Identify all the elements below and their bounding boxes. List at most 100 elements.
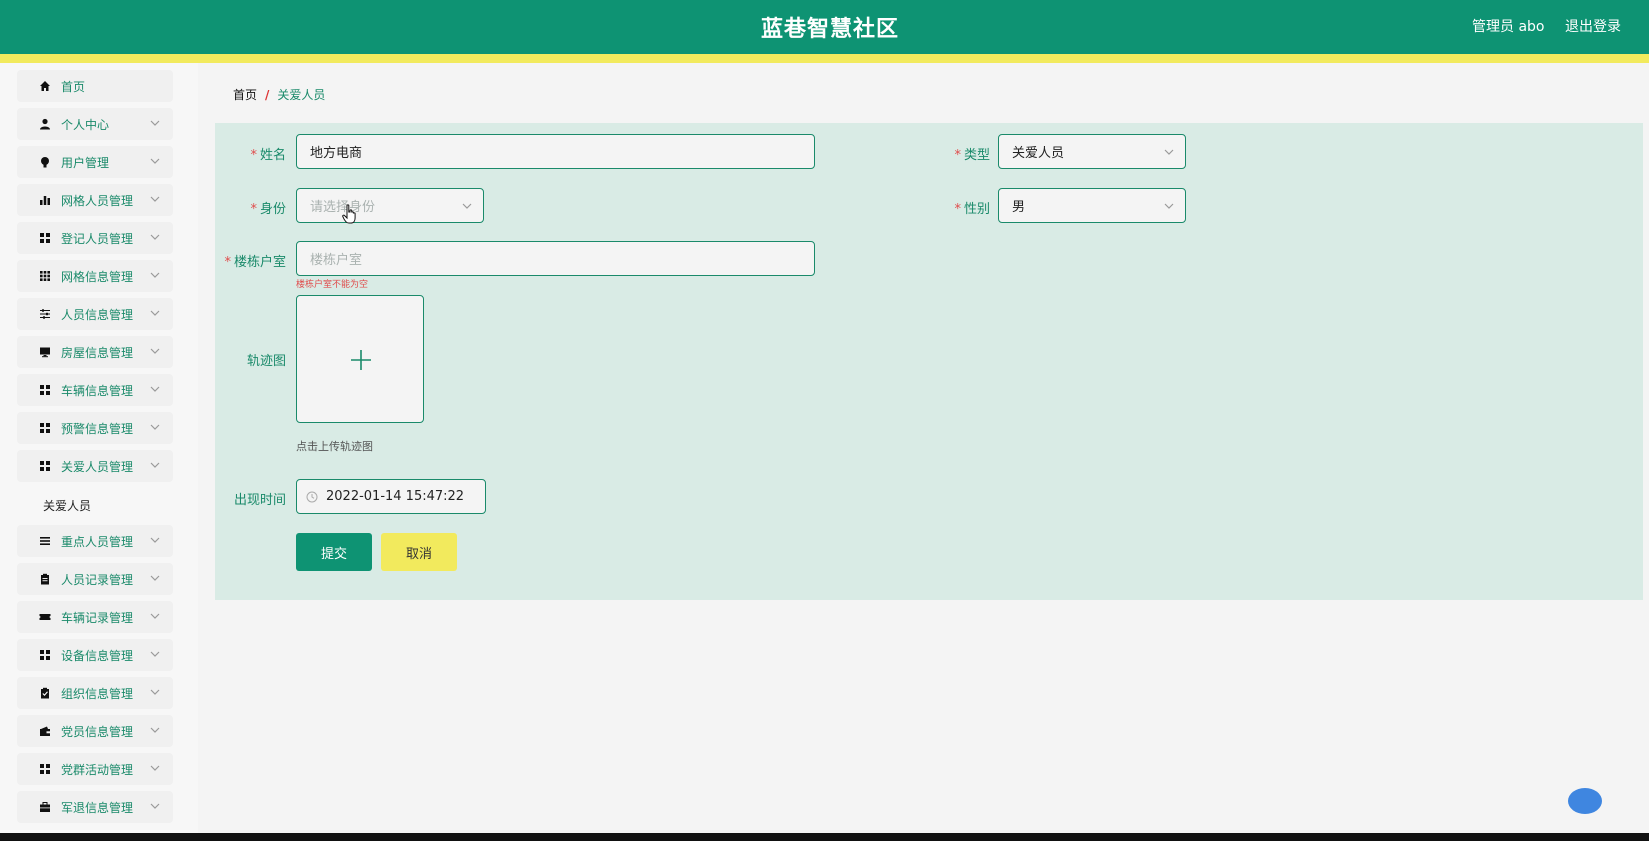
sidebar-item-care-staff[interactable]: 关爱人员管理 [17, 450, 173, 482]
track-upload-hint: 点击上传轨迹图 [296, 440, 373, 453]
sidebar-item-label: 关爱人员管理 [61, 459, 134, 474]
sidebar-item-label: 组织信息管理 [61, 686, 134, 701]
gender-value: 男 [1012, 200, 1026, 215]
admin-user-label: 管理员 abo [1472, 19, 1545, 35]
top-header: 蓝巷智慧社区 管理员 abo 退出登录 [0, 0, 1649, 54]
sidebar-item-label: 车辆记录管理 [61, 610, 134, 625]
grid-icon [39, 649, 51, 661]
name-value: 地方电商 [310, 146, 363, 161]
chevron-down-icon [150, 803, 160, 809]
chevron-down-icon [150, 310, 160, 316]
list-icon [39, 535, 51, 547]
track-upload-box[interactable] [296, 295, 424, 423]
grid-icon [39, 460, 51, 472]
home-icon [39, 80, 51, 92]
chevron-down-icon [150, 196, 160, 202]
ticket-icon [39, 611, 51, 623]
chevron-down-icon [150, 537, 160, 543]
sidebar-item-party-activity[interactable]: 党群活动管理 [17, 753, 173, 785]
sidebar-item-vehicle-info[interactable]: 车辆信息管理 [17, 374, 173, 406]
time-label: 出现时间 [233, 493, 286, 508]
chevron-down-icon [1164, 203, 1174, 209]
name-input[interactable]: 地方电商 [296, 134, 815, 169]
grid-icon [39, 384, 51, 396]
plus-icon [351, 350, 371, 370]
gender-label: * 性别 [954, 202, 990, 217]
sidebar-item-vehicle-record[interactable]: 车辆记录管理 [17, 601, 173, 633]
sidebar-item-person-record[interactable]: 人员记录管理 [17, 563, 173, 595]
chevron-down-icon [150, 727, 160, 733]
sidebar-item-label: 人员记录管理 [61, 572, 134, 587]
sidebar-item-label: 房屋信息管理 [61, 345, 134, 360]
sidebar-item-label: 网格人员管理 [61, 193, 134, 208]
submit-button[interactable]: 提交 [296, 533, 372, 571]
sidebar-item-registered-staff[interactable]: 登记人员管理 [17, 222, 173, 254]
sidebar-subitem-care-person[interactable]: 关爱人员 [43, 497, 91, 514]
sidebar-item-veteran-info[interactable]: 军退信息管理 [17, 791, 173, 823]
app-title: 蓝巷智慧社区 [760, 17, 899, 42]
room-error-message: 楼栋户室不能为空 [296, 280, 369, 290]
sidebar-item-person-info[interactable]: 人员信息管理 [17, 298, 173, 330]
sidebar-item-home[interactable]: 首页 [17, 70, 173, 102]
room-placeholder: 楼栋户室 [310, 253, 363, 268]
chevron-down-icon [150, 575, 160, 581]
breadcrumb-separator: / [265, 87, 270, 102]
sidebar-item-house-info[interactable]: 房屋信息管理 [17, 336, 173, 368]
clipboard-icon [39, 573, 51, 585]
cancel-button[interactable]: 取消 [381, 533, 457, 571]
sidebar-item-personal-center[interactable]: 个人中心 [17, 108, 173, 140]
room-label: * 楼栋户室 [224, 255, 286, 270]
bulb-icon [39, 156, 51, 168]
header-accent-bar [0, 54, 1649, 63]
time-value: 2022-01-14 15:47:22 [326, 489, 465, 504]
sidebar-item-label: 党员信息管理 [61, 724, 134, 739]
bottom-edge-bar [0, 833, 1649, 841]
bar-chart-icon [39, 194, 51, 206]
sidebar-item-label: 重点人员管理 [61, 534, 134, 549]
room-input[interactable]: 楼栋户室 [296, 241, 815, 276]
chevron-down-icon [150, 462, 160, 468]
monitor-icon [39, 346, 51, 358]
sidebar-item-org-info[interactable]: 组织信息管理 [17, 677, 173, 709]
logout-link[interactable]: 退出登录 [1565, 16, 1621, 36]
type-select[interactable]: 关爱人员 [998, 134, 1186, 169]
chevron-down-icon [150, 689, 160, 695]
sidebar-item-grid-staff[interactable]: 网格人员管理 [17, 184, 173, 216]
chevron-down-icon [150, 234, 160, 240]
sidebar-item-label: 军退信息管理 [61, 800, 134, 815]
chevron-down-icon [150, 348, 160, 354]
chevron-down-icon [150, 272, 160, 278]
identity-select[interactable]: 请选择身份 [296, 188, 484, 223]
chevron-down-icon [462, 203, 472, 209]
sidebar-item-key-staff[interactable]: 重点人员管理 [17, 525, 173, 557]
user-icon [39, 118, 51, 130]
track-label: 轨迹图 [246, 354, 286, 369]
grid-icon [39, 232, 51, 244]
clipboard-check-icon [39, 687, 51, 699]
name-label: * 姓名 [250, 148, 286, 163]
chevron-down-icon [150, 765, 160, 771]
sidebar-item-device-info[interactable]: 设备信息管理 [17, 639, 173, 671]
time-picker[interactable]: 2022-01-14 15:47:22 [296, 479, 486, 514]
floating-chat-button[interactable] [1568, 788, 1602, 814]
gender-select[interactable]: 男 [998, 188, 1186, 223]
sidebar-item-label: 个人中心 [61, 117, 110, 132]
chevron-down-icon [150, 424, 160, 430]
sidebar-item-party-member[interactable]: 党员信息管理 [17, 715, 173, 747]
chevron-down-icon [150, 613, 160, 619]
type-label: * 类型 [954, 148, 990, 163]
breadcrumb-home[interactable]: 首页 [233, 86, 257, 103]
chevron-down-icon [150, 386, 160, 392]
briefcase-icon [39, 801, 51, 813]
sidebar-item-label: 首页 [61, 79, 86, 94]
sidebar-item-user-management[interactable]: 用户管理 [17, 146, 173, 178]
chevron-down-icon [150, 158, 160, 164]
chevron-down-icon [1164, 149, 1174, 155]
sidebar-item-grid-info[interactable]: 网格信息管理 [17, 260, 173, 292]
identity-label: * 身份 [250, 202, 286, 217]
sidebar-item-label: 用户管理 [61, 155, 110, 170]
sidebar-item-label: 设备信息管理 [61, 648, 134, 663]
sidebar-item-label: 人员信息管理 [61, 307, 134, 322]
sidebar-item-warning-info[interactable]: 预警信息管理 [17, 412, 173, 444]
grid-icon [39, 422, 51, 434]
